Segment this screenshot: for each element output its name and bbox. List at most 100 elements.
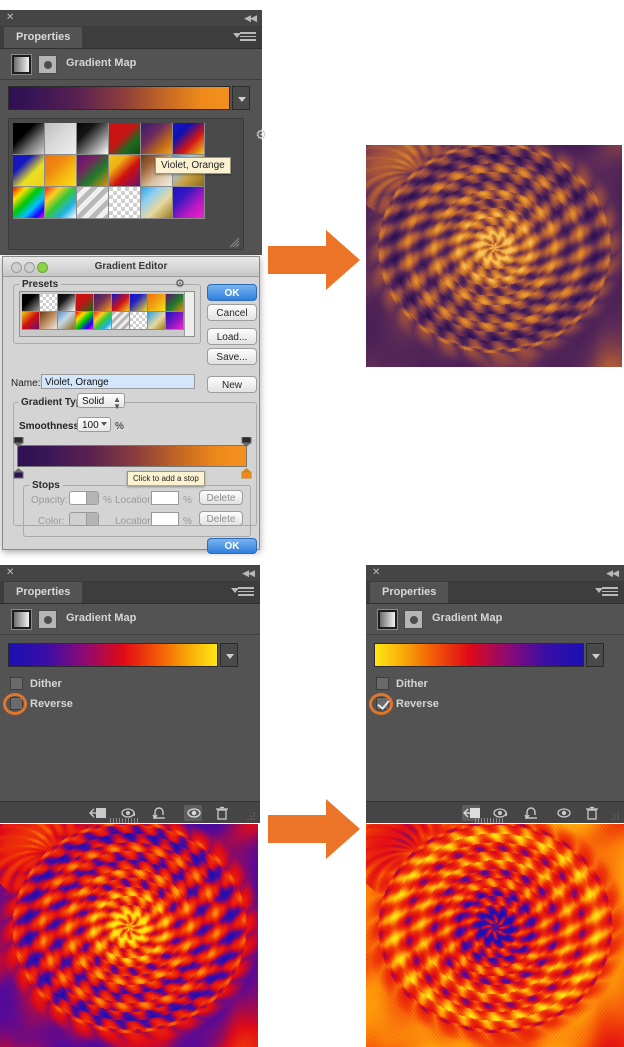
panel-menu-icon[interactable] [233,32,256,43]
opacity-stepper[interactable] [86,492,98,504]
close-icon[interactable]: ✕ [6,12,14,24]
preset-swatch[interactable] [166,312,184,330]
preset-swatch[interactable] [109,123,141,155]
gradient-strip[interactable] [17,445,247,467]
gradient-preview-swatch[interactable] [8,86,230,110]
preset-swatch[interactable] [58,312,76,330]
gradient-name-input[interactable]: Violet, Orange [41,374,195,389]
preset-swatch[interactable] [22,312,40,330]
panel-menu-icon[interactable] [595,587,618,598]
preset-swatch[interactable] [148,312,166,330]
smoothness-select[interactable]: 100 [77,417,111,432]
window-zoom-button[interactable] [37,262,48,273]
editor-preset-grid[interactable] [22,294,184,330]
delete-icon[interactable] [212,805,230,821]
opacity-input[interactable] [69,491,99,505]
panel-drag-dots[interactable] [475,818,515,823]
delete-color-stop-button[interactable]: Delete [199,511,243,526]
preset-swatch[interactable] [13,155,45,187]
toggle-visibility-icon[interactable] [554,805,572,821]
preset-swatch[interactable] [148,294,166,312]
color-dropdown-icon[interactable] [86,513,98,525]
preset-swatch[interactable] [109,187,141,219]
gradient-dropdown-button[interactable] [220,643,238,667]
collapse-panel-icon[interactable]: ◀◀ [606,567,619,579]
preset-swatch[interactable] [45,123,77,155]
layer-mask-icon[interactable] [38,610,57,629]
load-button[interactable]: Load... [207,328,257,345]
toggle-visibility-icon[interactable] [184,805,202,821]
preset-swatch[interactable] [40,312,58,330]
new-button[interactable]: New [207,376,257,393]
clip-to-layer-icon[interactable] [88,805,106,821]
layer-mask-icon[interactable] [38,55,57,74]
preset-swatch[interactable] [141,187,173,219]
tab-properties[interactable]: Properties [370,582,449,603]
panel-menu-icon[interactable] [231,587,254,598]
window-close-button[interactable] [11,262,22,273]
reset-icon[interactable] [150,805,168,821]
preset-swatch[interactable] [130,294,148,312]
preset-swatch[interactable] [109,155,141,187]
gradient-type-value: Solid [82,396,105,407]
gradient-preview-swatch[interactable] [8,643,218,667]
tab-properties[interactable]: Properties [4,582,83,603]
gradient-dropdown-button[interactable] [232,86,250,110]
gradient-dropdown-button[interactable] [586,643,604,667]
preset-swatch[interactable] [166,294,184,312]
preset-swatch[interactable] [22,294,40,312]
preset-swatch[interactable] [130,312,148,330]
preset-swatch[interactable] [141,123,173,155]
dither-checkbox[interactable] [10,677,23,690]
tab-properties[interactable]: Properties [4,27,83,48]
preset-swatch[interactable] [13,187,45,219]
color-swatch-button[interactable] [69,512,99,526]
preset-swatch[interactable] [13,123,45,155]
ok-button[interactable]: OK [207,284,257,301]
panel-resize-handle[interactable] [229,235,240,248]
gradient-preview-swatch[interactable] [374,643,584,667]
close-icon[interactable]: ✕ [6,567,14,579]
collapse-panel-icon[interactable]: ◀◀ [242,567,255,579]
reset-icon[interactable] [522,805,540,821]
preset-options-gear-icon[interactable]: ⚙ [255,127,267,143]
preset-swatch[interactable] [173,123,205,155]
opacity-stop-left[interactable] [13,435,24,447]
color-stop-right[interactable] [241,466,252,479]
collapse-panel-icon[interactable]: ◀◀ [244,12,257,24]
preset-swatch[interactable] [77,155,109,187]
layer-mask-icon[interactable] [404,610,423,629]
delete-opacity-stop-button[interactable]: Delete [199,490,243,505]
preset-swatch[interactable] [76,312,94,330]
adjustment-title: Gradient Map [66,57,137,69]
close-icon[interactable]: ✕ [372,567,380,579]
preset-swatch[interactable] [76,294,94,312]
preset-swatch[interactable] [94,312,112,330]
preset-swatch[interactable] [94,294,112,312]
preset-swatch[interactable] [45,187,77,219]
opacity-stop-right[interactable] [241,435,252,447]
save-button[interactable]: Save... [207,348,257,365]
preset-swatch[interactable] [58,294,76,312]
window-minimize-button[interactable] [24,262,35,273]
preset-scrollbar[interactable] [184,292,194,336]
panel-resize-handle[interactable] [245,809,257,821]
dither-checkbox[interactable] [376,677,389,690]
preset-swatch[interactable] [173,187,205,219]
panel-drag-dots[interactable] [110,818,150,823]
gradient-type-select[interactable]: Solid ▲ ▼ [77,393,125,411]
preset-swatch[interactable] [45,155,77,187]
panel-resize-handle[interactable] [609,809,621,821]
opacity-location-input[interactable] [151,491,179,505]
preset-swatch[interactable] [112,294,130,312]
preset-swatch[interactable] [112,312,130,330]
preset-swatch[interactable] [77,123,109,155]
color-stop-left[interactable] [13,466,24,479]
ok-button[interactable]: OK [207,538,257,554]
preset-swatch[interactable] [77,187,109,219]
color-location-input[interactable] [151,512,179,526]
preset-options-gear-icon[interactable]: ⚙ [175,277,185,290]
preset-swatch[interactable] [40,294,58,312]
delete-icon[interactable] [582,805,600,821]
cancel-button[interactable]: Cancel [207,304,257,321]
